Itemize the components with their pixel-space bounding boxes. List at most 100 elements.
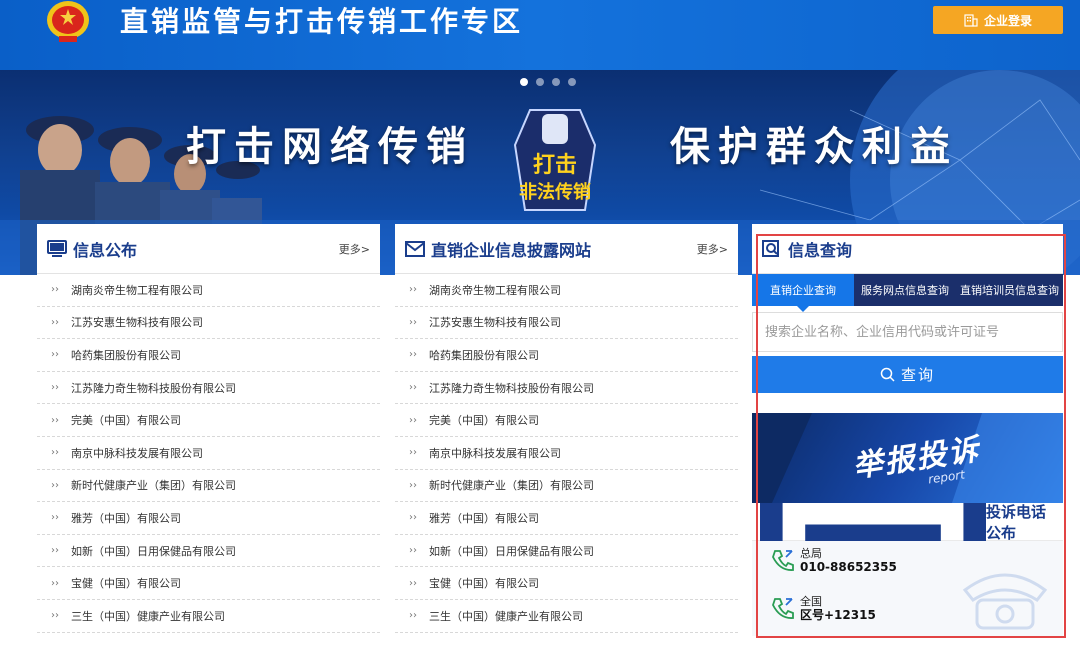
list-item[interactable]: ›› 南京中脉科技发展有限公司	[37, 437, 380, 470]
banner-slogan-right: 保护群众利益	[670, 123, 958, 170]
bullet-arrow-icon: ››	[409, 447, 417, 459]
list-item[interactable]: ›› 哈药集团股份有限公司	[395, 339, 738, 372]
list-item[interactable]: ›› 湖南炎帝生物工程有限公司	[395, 274, 738, 307]
list-item[interactable]: ›› 宝健（中国）有限公司	[395, 567, 738, 600]
site-title: 直销监管与打击传销工作专区	[120, 5, 524, 38]
panel-header: 直销企业信息披露网站 更多>	[395, 224, 738, 274]
list-item[interactable]: ›› 如新（中国）日用保健品有限公司	[37, 535, 380, 568]
banner-slogan-left: 打击网络传销	[186, 123, 474, 170]
phone-number: 区号+12315	[800, 608, 876, 622]
list-item[interactable]: ›› 三生（中国）健康产业有限公司	[37, 600, 380, 633]
panel-title: 信息查询	[788, 240, 853, 260]
slide-dot-2[interactable]	[536, 78, 544, 86]
list-item-label: 宝健（中国）有限公司	[71, 577, 181, 591]
panel-header: 信息查询	[752, 224, 1063, 274]
list-item-label: 南京中脉科技发展有限公司	[429, 446, 561, 460]
more-link[interactable]: 更多>	[339, 241, 370, 257]
search-icon	[880, 367, 895, 382]
bullet-arrow-icon: ››	[51, 610, 59, 622]
tab-trainer-query[interactable]: 直销培训员信息查询	[956, 274, 1063, 306]
list-item[interactable]: ›› 三生（中国）健康产业有限公司	[395, 600, 738, 633]
list-item-label: 江苏安惠生物科技有限公司	[71, 316, 203, 330]
bullet-arrow-icon: ››	[409, 577, 417, 589]
list-item-label: 完美（中国）有限公司	[429, 414, 539, 428]
list-item-label: 如新（中国）日用保健品有限公司	[429, 544, 594, 558]
bullet-arrow-icon: ››	[51, 545, 59, 557]
bullet-arrow-icon: ››	[409, 382, 417, 394]
query-tabs: 直销企业查询 服务网点信息查询 直销培训员信息查询	[752, 274, 1063, 312]
phone-call-icon	[772, 598, 794, 619]
list-item[interactable]: ›› 江苏隆力奇生物科技股份有限公司	[395, 372, 738, 405]
tab-service-outlet-query[interactable]: 服务网点信息查询	[854, 274, 956, 306]
list-item[interactable]: ›› 哈药集团股份有限公司	[37, 339, 380, 372]
info-announcement-panel: 信息公布 更多> ›› 湖南炎帝生物工程有限公司 ›› 江苏安惠生物科技有限公司 ›…	[37, 224, 380, 633]
search-input[interactable]	[752, 312, 1063, 352]
list-item[interactable]: ›› 江苏安惠生物科技有限公司	[37, 307, 380, 340]
search-doc-icon	[762, 239, 779, 257]
phone-entry-national[interactable]: 全国 区号+12315	[770, 595, 876, 623]
list-item[interactable]: ›› 雅芳（中国）有限公司	[395, 502, 738, 535]
bullet-arrow-icon: ››	[51, 349, 59, 361]
slide-dot-3[interactable]	[552, 78, 560, 86]
phone-section-header: 投诉电话公布	[752, 431, 1063, 612]
report-complaint-banner[interactable]: 举报投诉 report	[752, 413, 1063, 503]
badge-text-bottom: 非法传销	[519, 181, 591, 203]
bullet-arrow-icon: ››	[51, 479, 59, 491]
list-item[interactable]: ›› 新时代健康产业（集团）有限公司	[395, 470, 738, 503]
slide-dot-4[interactable]	[568, 78, 576, 86]
company-website-list: ›› 湖南炎帝生物工程有限公司 ›› 江苏安惠生物科技有限公司 ›› 哈药集团股份有限…	[395, 274, 738, 633]
bullet-arrow-icon: ››	[51, 316, 59, 328]
bullet-arrow-icon: ››	[51, 284, 59, 296]
monitor-icon	[47, 239, 67, 257]
list-item-label: 雅芳（中国）有限公司	[71, 511, 181, 525]
bullet-arrow-icon: ››	[409, 349, 417, 361]
list-item[interactable]: ›› 宝健（中国）有限公司	[37, 567, 380, 600]
bullet-arrow-icon: ››	[409, 479, 417, 491]
bullet-arrow-icon: ››	[409, 610, 417, 622]
list-item[interactable]: ›› 完美（中国）有限公司	[37, 404, 380, 437]
phone-number: 010-88652355	[800, 560, 897, 574]
panel-title: 信息公布	[73, 240, 138, 260]
badge-text-top: 打击	[533, 153, 577, 178]
list-item-label: 三生（中国）健康产业有限公司	[429, 609, 583, 623]
list-item-label: 江苏隆力奇生物科技股份有限公司	[429, 381, 594, 395]
site-header: 直销监管与打击传销工作专区 企业登录	[0, 0, 1080, 70]
bullet-arrow-icon: ››	[409, 512, 417, 524]
company-list: ›› 湖南炎帝生物工程有限公司 ›› 江苏安惠生物科技有限公司 ›› 哈药集团股份有限…	[37, 274, 380, 633]
list-item-label: 雅芳（中国）有限公司	[429, 511, 539, 525]
list-item-label: 三生（中国）健康产业有限公司	[71, 609, 225, 623]
phone-entry-hq[interactable]: 总局 010-88652355	[770, 547, 897, 575]
login-label: 企业登录	[983, 13, 1032, 28]
list-item[interactable]: ›› 雅芳（中国）有限公司	[37, 502, 380, 535]
list-item[interactable]: ›› 完美（中国）有限公司	[395, 404, 738, 437]
list-item-label: 新时代健康产业（集团）有限公司	[429, 479, 594, 493]
panel-header: 信息公布 更多>	[37, 224, 380, 274]
slide-dot-1[interactable]	[520, 78, 528, 86]
bullet-arrow-icon: ››	[51, 447, 59, 459]
phone-list: 总局 010-88652355 全国 区号+12315	[752, 541, 1063, 636]
phone-section-title: 投诉电话公布	[986, 502, 1047, 542]
list-item[interactable]: ›› 如新（中国）日用保健品有限公司	[395, 535, 738, 568]
list-item-label: 宝健（中国）有限公司	[429, 577, 539, 591]
list-item[interactable]: ›› 新时代健康产业（集团）有限公司	[37, 470, 380, 503]
bullet-arrow-icon: ››	[409, 414, 417, 426]
enterprise-login-button[interactable]: 企业登录	[933, 6, 1063, 34]
list-item[interactable]: ›› 江苏安惠生物科技有限公司	[395, 307, 738, 340]
list-item-label: 湖南炎帝生物工程有限公司	[71, 283, 203, 297]
crackdown-fist-badge-icon: 打击 非法传销	[513, 109, 597, 211]
bullet-arrow-icon: ››	[409, 545, 417, 557]
bullet-arrow-icon: ››	[51, 577, 59, 589]
list-item-label: 新时代健康产业（集团）有限公司	[71, 479, 236, 493]
bullet-arrow-icon: ››	[51, 414, 59, 426]
tab-enterprise-query[interactable]: 直销企业查询	[752, 274, 854, 312]
list-item[interactable]: ›› 江苏隆力奇生物科技股份有限公司	[37, 372, 380, 405]
list-item[interactable]: ›› 湖南炎帝生物工程有限公司	[37, 274, 380, 307]
bullet-arrow-icon: ››	[409, 284, 417, 296]
list-item-label: 南京中脉科技发展有限公司	[71, 446, 203, 460]
list-item-label: 如新（中国）日用保健品有限公司	[71, 544, 236, 558]
list-item[interactable]: ›› 南京中脉科技发展有限公司	[395, 437, 738, 470]
list-item-label: 哈药集团股份有限公司	[429, 348, 539, 362]
search-button-label: 查询	[900, 366, 935, 384]
search-button[interactable]: 查询	[752, 356, 1063, 393]
more-link[interactable]: 更多>	[697, 241, 728, 257]
